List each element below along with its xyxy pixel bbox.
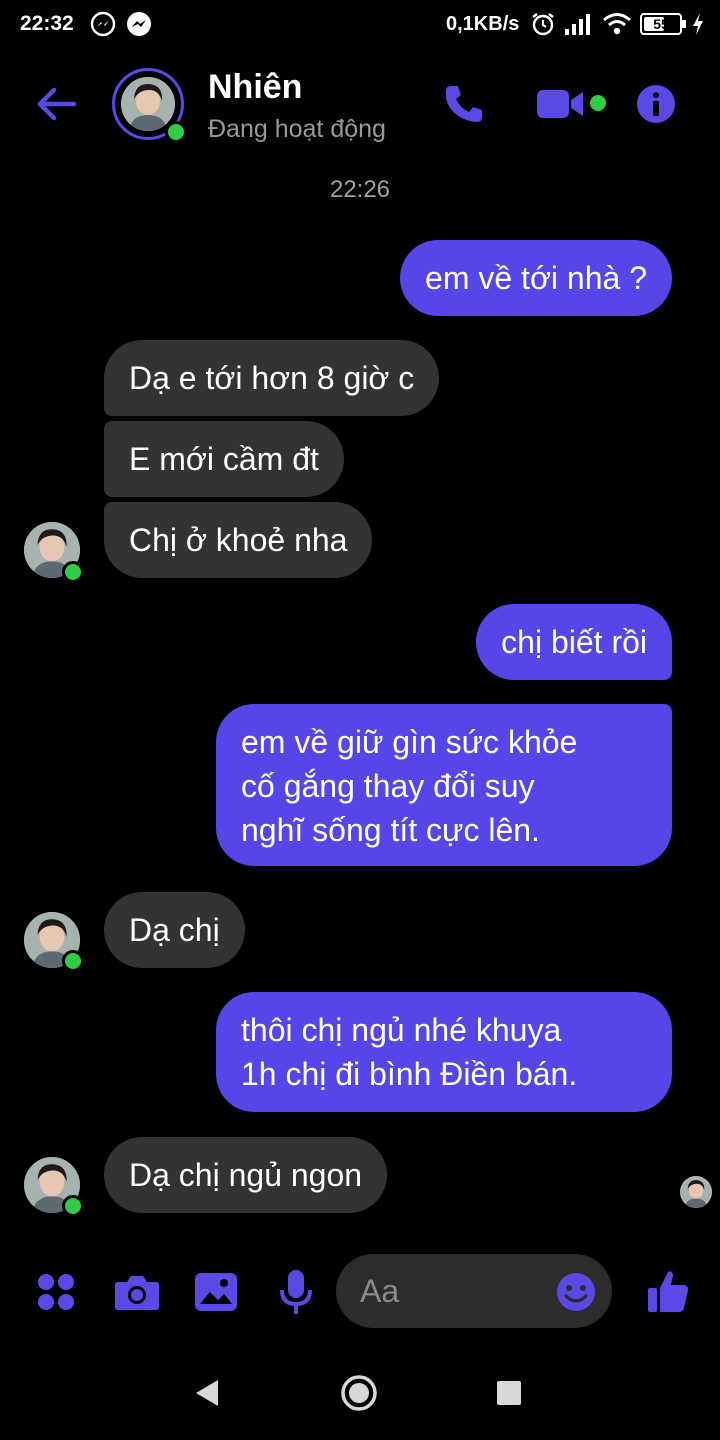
online-indicator bbox=[62, 950, 84, 972]
status-time: 22:32 bbox=[20, 12, 74, 35]
arrow-left-icon[interactable] bbox=[34, 84, 78, 124]
message-composer bbox=[0, 1252, 720, 1332]
messenger-notification-icon bbox=[90, 11, 116, 37]
incoming-message[interactable]: Dạ chị ngủ ngon bbox=[104, 1137, 388, 1213]
camera-icon[interactable] bbox=[114, 1272, 160, 1312]
battery-level: 55 bbox=[653, 16, 669, 32]
outgoing-message[interactable]: em về giữ gìn sức khỏe cố gắng thay đổi … bbox=[216, 704, 672, 866]
avatar-photo bbox=[680, 1176, 712, 1208]
outgoing-message[interactable]: thôi chị ngủ nhé khuya 1h chị đi bình Đi… bbox=[216, 992, 672, 1112]
incoming-message[interactable]: Dạ e tới hơn 8 giờ c bbox=[104, 340, 440, 416]
video-active-indicator bbox=[590, 95, 606, 111]
phone-icon[interactable] bbox=[442, 82, 486, 126]
outgoing-message[interactable]: em về tới nhà ? bbox=[400, 240, 672, 316]
contact-avatar[interactable] bbox=[112, 68, 187, 143]
avatar-photo bbox=[121, 77, 175, 131]
back-triangle-icon[interactable] bbox=[194, 1378, 222, 1408]
seen-receipt-avatar bbox=[680, 1176, 712, 1208]
status-bar: 22:32 0,1KB/s 55 bbox=[0, 0, 720, 50]
alarm-icon bbox=[532, 13, 554, 36]
video-camera-icon[interactable] bbox=[536, 86, 584, 122]
online-indicator bbox=[62, 561, 84, 583]
outgoing-message[interactable]: chị biết rồi bbox=[476, 604, 672, 680]
online-indicator bbox=[62, 1195, 84, 1217]
incoming-message[interactable]: Dạ chị bbox=[104, 892, 245, 968]
timestamp-separator: 22:26 bbox=[329, 176, 391, 203]
info-icon[interactable] bbox=[636, 84, 676, 124]
messenger-notification-icon bbox=[127, 12, 151, 36]
thumbs-up-icon[interactable] bbox=[646, 1268, 690, 1314]
incoming-message[interactable]: E mới cầm đt bbox=[104, 421, 344, 497]
online-indicator bbox=[165, 121, 187, 143]
wifi-icon bbox=[603, 13, 631, 35]
signal-icon bbox=[565, 14, 590, 35]
microphone-icon[interactable] bbox=[278, 1268, 314, 1316]
battery-icon: 55 bbox=[640, 13, 686, 35]
network-speed: 0,1KB/s bbox=[446, 13, 520, 35]
charging-icon bbox=[693, 13, 703, 35]
chat-header: Nhiên Đang hoạt động bbox=[0, 60, 720, 150]
image-icon[interactable] bbox=[194, 1272, 238, 1312]
home-circle-icon[interactable] bbox=[340, 1374, 378, 1412]
system-nav-bar bbox=[0, 1360, 720, 1430]
emoji-icon[interactable] bbox=[556, 1272, 596, 1312]
four-dots-icon[interactable] bbox=[36, 1272, 76, 1312]
recents-square-icon[interactable] bbox=[496, 1380, 522, 1406]
contact-status: Đang hoạt động bbox=[208, 115, 386, 143]
incoming-message[interactable]: Chị ở khoẻ nha bbox=[104, 502, 373, 578]
contact-name[interactable]: Nhiên bbox=[208, 68, 302, 107]
